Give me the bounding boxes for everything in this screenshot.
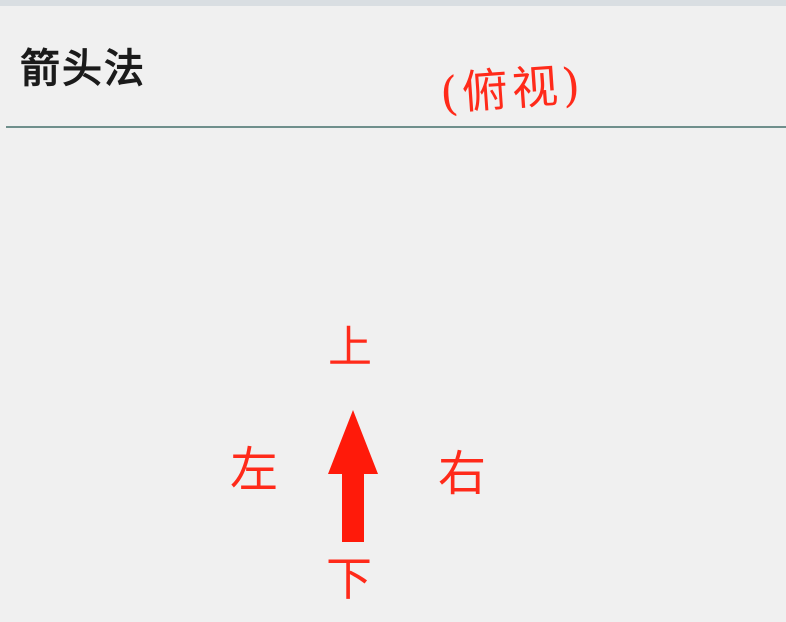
direction-label-down: 下 xyxy=(326,552,372,606)
handwritten-note: (俯视) xyxy=(438,57,586,121)
direction-label-right: 右 xyxy=(438,446,487,502)
slide-title: 箭头法 xyxy=(20,46,146,92)
title-divider xyxy=(6,126,786,128)
slide xyxy=(0,6,786,622)
direction-label-up: 上 xyxy=(328,322,372,373)
up-arrow-shape xyxy=(328,410,378,542)
direction-label-left: 左 xyxy=(230,442,279,498)
up-arrow-icon xyxy=(326,410,380,546)
